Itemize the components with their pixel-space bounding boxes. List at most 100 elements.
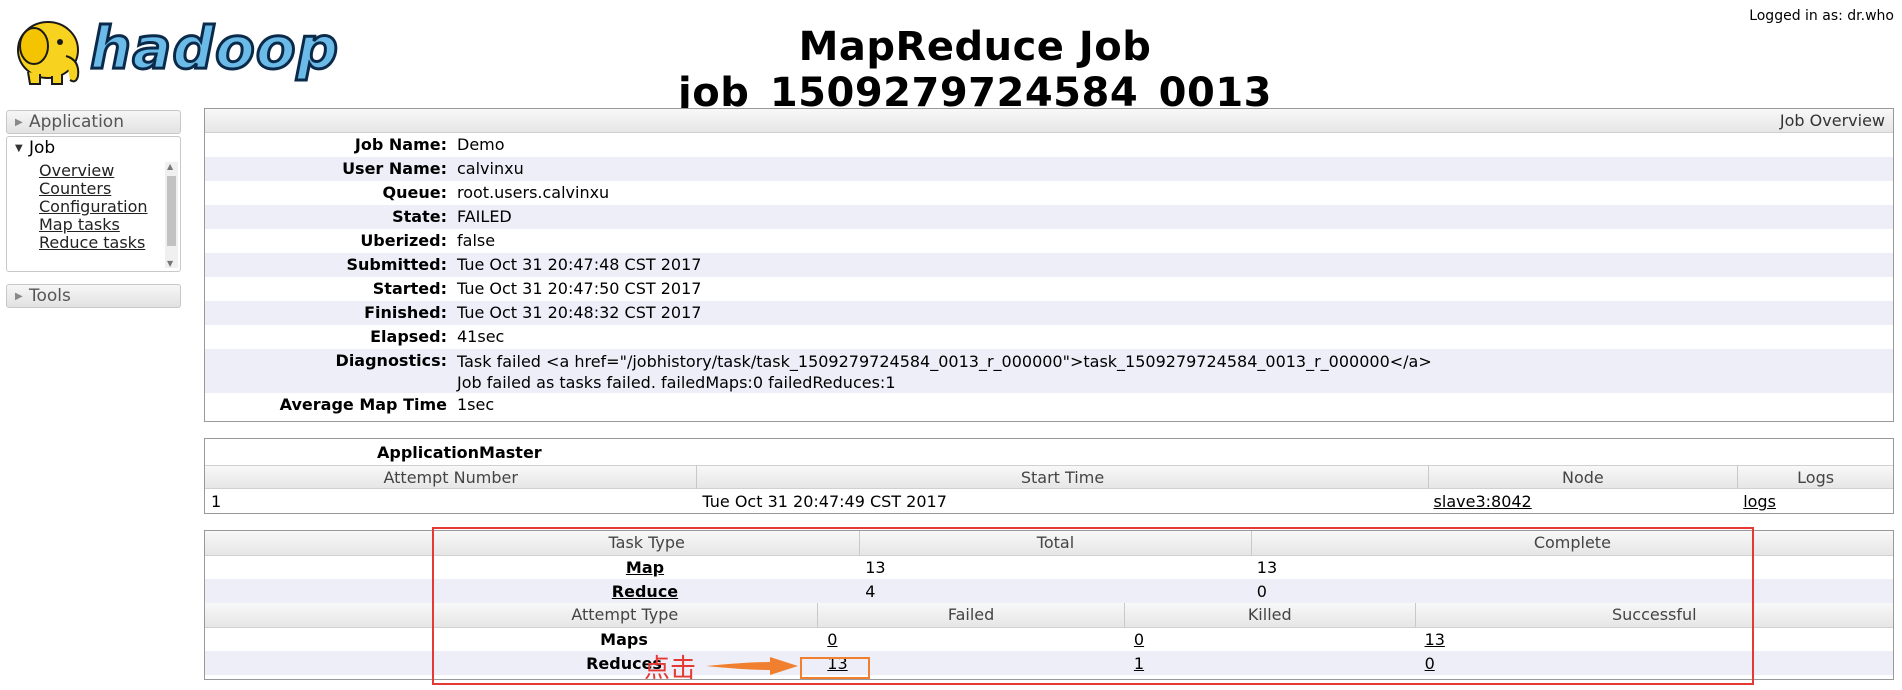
- overview-value: root.users.calvinxu: [457, 183, 610, 202]
- nav-section-application[interactable]: ▶ Application: [6, 110, 181, 134]
- column-header: Start Time: [696, 465, 1428, 489]
- nav-section-application-label: Application: [29, 112, 124, 132]
- overview-row: State: FAILED: [205, 205, 1893, 229]
- job-overview-heading: Job Overview: [205, 109, 1893, 133]
- overview-value: Tue Oct 31 20:47:50 CST 2017: [457, 279, 702, 298]
- nav-link-map-tasks[interactable]: Map tasks: [39, 216, 180, 234]
- overview-label: Started:: [372, 279, 447, 298]
- column-header: Task Type: [608, 533, 685, 552]
- overview-row: Queue: root.users.calvinxu: [205, 181, 1893, 205]
- reduces-successful-link[interactable]: 0: [1425, 654, 1435, 673]
- task-complete: 13: [1256, 558, 1278, 577]
- task-total: 4: [865, 582, 876, 601]
- overview-label: Submitted:: [346, 255, 447, 274]
- nav-link-configuration[interactable]: Configuration: [39, 198, 180, 216]
- application-master-title: ApplicationMaster: [377, 443, 542, 462]
- overview-row: Average Map Time 1sec: [205, 393, 1893, 417]
- column-header: Successful: [1414, 603, 1893, 628]
- maps-failed-link[interactable]: 0: [827, 630, 837, 649]
- triangle-right-icon: ▶: [15, 291, 23, 302]
- page-header: hadoop MapReduce Job job_1509279724584_0…: [0, 0, 1902, 116]
- overview-value: calvinxu: [457, 159, 524, 178]
- reduces-killed-link[interactable]: 1: [1134, 654, 1144, 673]
- overview-value: 41sec: [457, 327, 505, 346]
- nav-section-tools[interactable]: ▶ Tools: [6, 284, 181, 308]
- column-header: Attempt Number: [205, 465, 697, 489]
- svg-text:hadoop: hadoop: [90, 14, 338, 82]
- overview-row: Started: Tue Oct 31 20:47:50 CST 2017: [205, 277, 1893, 301]
- table-row: Maps 0 0 13: [205, 627, 1893, 651]
- page-title: MapReduce Job job_1509279724584_0013: [678, 24, 1272, 116]
- login-status: Logged in as: dr.who: [1749, 8, 1894, 24]
- column-header: Node: [1427, 465, 1738, 489]
- task-type-reduce-link[interactable]: Reduce: [612, 582, 678, 601]
- column-header: Total: [859, 531, 1251, 556]
- overview-label: Average Map Time: [279, 395, 447, 414]
- nav-link-counters[interactable]: Counters: [39, 180, 180, 198]
- am-header-row: Attempt Number Start Time Node Logs: [205, 465, 1894, 489]
- scroll-down-icon[interactable]: ▼: [167, 259, 173, 268]
- nav-job-list: Overview Counters Configuration Map task…: [6, 160, 181, 272]
- maps-killed-link[interactable]: 0: [1134, 630, 1144, 649]
- table-row: Reduces 13 1 0: [205, 651, 1893, 675]
- nav-link-overview[interactable]: Overview: [39, 162, 180, 180]
- attempt-number: 1: [211, 492, 222, 511]
- maps-successful-link[interactable]: 13: [1425, 630, 1445, 649]
- diagnostics-line: Task failed <a href="/jobhistory/task/ta…: [457, 352, 1432, 371]
- attempt-start-time: Tue Oct 31 20:47:49 CST 2017: [702, 492, 947, 511]
- task-type-map-link[interactable]: Map: [626, 558, 664, 577]
- column-header: Logs: [1737, 465, 1894, 489]
- annotation-label: 点击: [644, 654, 697, 684]
- scroll-up-icon[interactable]: ▲: [167, 162, 173, 171]
- job-overview-panel: Job Overview Job Name: Demo User Name: cal…: [204, 108, 1894, 422]
- column-header: Killed: [1123, 603, 1415, 628]
- attempt-header-row: Attempt Type Failed Killed Successful: [205, 603, 1893, 628]
- overview-row: User Name: calvinxu: [205, 157, 1893, 181]
- overview-row: Submitted: Tue Oct 31 20:47:48 CST 2017: [205, 253, 1893, 277]
- overview-label: State:: [392, 207, 447, 226]
- logs-link[interactable]: logs: [1743, 492, 1776, 511]
- tasks-panel: Task Type Total Complete Map 13 13 Reduc…: [204, 530, 1894, 680]
- diagnostics-value: Task failed <a href="/jobhistory/task/ta…: [457, 349, 1432, 393]
- table-row: Reduce 4 0: [205, 579, 1893, 603]
- sidebar-nav: ▶ Application ▼ Job Overview Counters Conf…: [6, 110, 181, 310]
- column-header: Failed: [817, 603, 1124, 628]
- diagnostics-line: Job failed as tasks failed. failedMaps:0…: [457, 373, 896, 392]
- logged-in-label: Logged in as:: [1749, 8, 1843, 24]
- column-header: Complete: [1250, 531, 1893, 556]
- overview-label: Elapsed:: [370, 327, 447, 346]
- nav-link-reduce-tasks[interactable]: Reduce tasks: [39, 234, 180, 252]
- overview-row: Uberized: false: [205, 229, 1893, 253]
- annotation-arrow-icon: [706, 657, 798, 675]
- table-row: 1 Tue Oct 31 20:47:49 CST 2017 slave3:80…: [205, 489, 1893, 513]
- overview-label: Uberized:: [360, 231, 447, 250]
- reduces-failed-link[interactable]: 13: [827, 654, 847, 673]
- overview-row: Elapsed: 41sec: [205, 325, 1893, 349]
- overview-row-diagnostics: Diagnostics: Task failed <a href="/jobhi…: [205, 349, 1893, 393]
- overview-value: Tue Oct 31 20:47:48 CST 2017: [457, 255, 702, 274]
- overview-label: Queue:: [382, 183, 447, 202]
- node-link[interactable]: slave3:8042: [1434, 492, 1532, 511]
- table-row: Map 13 13: [205, 555, 1893, 579]
- scrollbar-thumb[interactable]: [167, 176, 176, 246]
- hadoop-logo: hadoop: [17, 13, 338, 85]
- overview-label: Finished:: [364, 303, 447, 322]
- overview-value: Tue Oct 31 20:48:32 CST 2017: [457, 303, 702, 322]
- overview-value: Demo: [457, 135, 505, 154]
- task-header-row: Task Type Total Complete: [205, 531, 1893, 556]
- overview-value: FAILED: [457, 207, 512, 226]
- logged-in-user: dr.who: [1847, 8, 1894, 24]
- triangle-down-icon: ▼: [15, 143, 23, 154]
- application-master-panel: ApplicationMaster Attempt Number Start T…: [204, 438, 1894, 514]
- overview-label: Job Name:: [354, 135, 447, 154]
- triangle-right-icon: ▶: [15, 117, 23, 128]
- overview-value: 1sec: [457, 395, 495, 414]
- nav-scrollbar[interactable]: ▲ ▼: [165, 162, 178, 268]
- nav-section-tools-label: Tools: [29, 286, 71, 306]
- attempt-type: Maps: [600, 630, 648, 649]
- task-total: 13: [865, 558, 886, 577]
- nav-section-job[interactable]: ▼ Job: [6, 136, 181, 160]
- overview-value: false: [457, 231, 496, 250]
- overview-label: Diagnostics:: [335, 351, 447, 370]
- overview-row: Job Name: Demo: [205, 133, 1893, 157]
